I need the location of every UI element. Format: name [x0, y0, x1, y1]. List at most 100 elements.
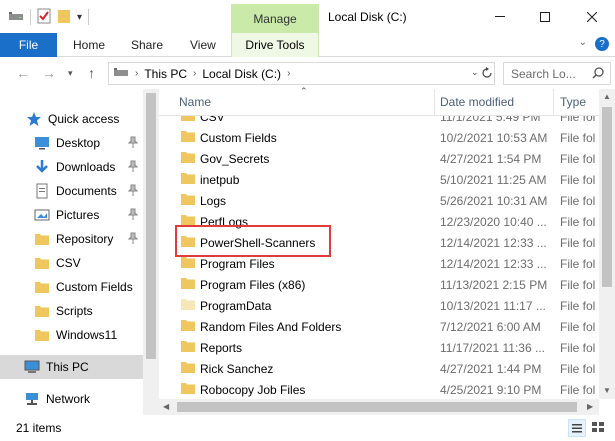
vertical-scroll-thumb[interactable]: [602, 107, 612, 287]
table-row[interactable]: Logs 5/26/2021 10:31 AM File fol: [159, 190, 599, 211]
tab-drive-tools[interactable]: Drive Tools: [231, 33, 319, 57]
maximize-button[interactable]: [522, 0, 568, 33]
address-bar[interactable]: › This PC › Local Disk (C:) ›: [108, 62, 495, 85]
toolbar-divider-2: [88, 9, 90, 25]
large-icons-view-icon[interactable]: [590, 419, 608, 437]
pin-icon[interactable]: [127, 160, 139, 175]
details-view-icon[interactable]: [568, 419, 586, 437]
tab-share[interactable]: Share: [131, 33, 163, 57]
nav-item-scripts[interactable]: Scripts: [0, 299, 93, 323]
new-folder-icon[interactable]: [57, 8, 71, 27]
file-date: 11/1/2021 5:49 PM: [440, 116, 541, 124]
horizontal-scroll-thumb[interactable]: [177, 402, 577, 412]
column-divider[interactable]: [434, 89, 435, 116]
manage-tab[interactable]: Manage: [231, 4, 319, 33]
pin-icon[interactable]: [127, 184, 139, 199]
recent-locations-icon[interactable]: ▾: [68, 68, 73, 79]
close-button[interactable]: [569, 0, 615, 33]
nav-item-pictures[interactable]: Pictures: [0, 203, 139, 227]
file-type: File fol: [560, 116, 596, 124]
refresh-icon[interactable]: [481, 62, 495, 85]
table-row[interactable]: ProgramData 10/13/2021 11:17 ... File fol: [159, 295, 599, 316]
nav-item-label: Documents: [56, 184, 117, 198]
table-row[interactable]: Robocopy Job Files 4/25/2021 9:10 PM File …: [159, 379, 599, 399]
nav-item-label: Pictures: [56, 208, 100, 222]
status-bar: 21 items: [0, 415, 615, 441]
file-date: 5/10/2021 11:25 AM: [440, 173, 547, 187]
folder-icon: [181, 256, 195, 268]
pictures-icon: [34, 207, 50, 223]
breadcrumb-separator[interactable]: ›: [135, 68, 138, 79]
pin-icon[interactable]: [127, 136, 139, 151]
file-date: 12/23/2020 10:40 ...: [440, 215, 547, 229]
tab-view[interactable]: View: [190, 33, 216, 57]
table-row[interactable]: Program Files (x86) 11/13/2021 2:15 PM Fil…: [159, 274, 599, 295]
up-arrow-icon[interactable]: ↑: [88, 65, 95, 81]
network-icon: [24, 391, 40, 407]
address-row: ← → ▾ ↑ › This PC › Local Disk (C:) › ⌄ …: [0, 57, 615, 89]
table-row[interactable]: Rick Sanchez 4/27/2021 1:44 PM File fol: [159, 358, 599, 379]
table-row[interactable]: Random Files And Folders 7/12/2021 6:00 A…: [159, 316, 599, 337]
address-dropdown-icon[interactable]: ⌄: [471, 67, 479, 78]
file-date: 10/13/2021 11:17 ...: [440, 299, 546, 313]
folder-icon: [181, 319, 195, 331]
nav-scroll-thumb[interactable]: [146, 93, 156, 359]
scroll-left-icon[interactable]: ◀: [163, 402, 169, 411]
nav-item-this-pc[interactable]: This PC: [0, 355, 143, 379]
file-date: 7/12/2021 6:00 AM: [440, 320, 541, 334]
folder-icon: [34, 303, 50, 319]
quick-access-toolbar: ▾: [8, 8, 90, 27]
chevron-down-icon[interactable]: ⌄: [579, 37, 587, 48]
column-type[interactable]: Type: [560, 95, 586, 109]
breadcrumb-this-pc[interactable]: This PC: [144, 67, 187, 81]
file-date: 12/14/2021 12:33 ...: [440, 236, 547, 250]
back-arrow-icon[interactable]: ←: [16, 65, 30, 81]
search-input[interactable]: Search Lo...: [503, 62, 611, 85]
vertical-scrollbar[interactable]: ▲ ▼: [599, 89, 615, 399]
nav-item-quick-access[interactable]: Quick access: [0, 107, 119, 131]
table-row[interactable]: Custom Fields 10/2/2021 10:53 AM File fol: [159, 127, 599, 148]
table-row[interactable]: Reports 11/17/2021 11:36 ... File fol: [159, 337, 599, 358]
nav-item-csv[interactable]: CSV: [0, 251, 81, 275]
nav-item-label: Repository: [56, 232, 114, 246]
nav-item-label: Scripts: [56, 304, 93, 318]
column-name[interactable]: Name: [179, 95, 211, 109]
scroll-down-icon[interactable]: ▼: [603, 386, 611, 395]
help-icon[interactable]: ?: [595, 37, 609, 51]
nav-item-label: This PC: [46, 360, 89, 374]
table-row[interactable]: Gov_Secrets 4/27/2021 1:54 PM File fol: [159, 148, 599, 169]
folder-icon: [181, 277, 195, 289]
file-tab[interactable]: File: [0, 33, 57, 57]
scroll-right-icon[interactable]: ▶: [587, 402, 593, 411]
nav-item-custom-fields[interactable]: Custom Fields: [0, 275, 133, 299]
horizontal-scrollbar[interactable]: ◀ ▶: [159, 399, 599, 415]
table-row[interactable]: CSV 11/1/2021 5:49 PM File fol: [159, 116, 599, 127]
nav-item-network[interactable]: Network: [0, 387, 90, 411]
properties-icon[interactable]: [37, 8, 51, 27]
pc-icon: [113, 66, 129, 81]
nav-scrollbar[interactable]: [143, 89, 159, 415]
documents-icon: [34, 183, 50, 199]
pin-icon[interactable]: [127, 208, 139, 223]
nav-item-documents[interactable]: Documents: [0, 179, 139, 203]
pin-icon[interactable]: [127, 232, 139, 247]
breadcrumb-separator[interactable]: ›: [193, 68, 196, 79]
file-name: Logs: [200, 194, 227, 208]
table-row[interactable]: inetpub 5/10/2021 11:25 AM File fol: [159, 169, 599, 190]
tab-home[interactable]: Home: [73, 33, 105, 57]
minimize-button[interactable]: [477, 0, 523, 33]
drive-icon[interactable]: [8, 10, 24, 25]
column-date-modified[interactable]: Date modified: [440, 95, 514, 109]
forward-arrow-icon[interactable]: →: [42, 65, 56, 81]
scroll-up-icon[interactable]: ▲: [603, 92, 611, 101]
breadcrumb-local-disk[interactable]: Local Disk (C:): [202, 67, 281, 81]
file-date: 4/25/2021 9:10 PM: [440, 383, 542, 397]
nav-item-windows11[interactable]: Windows11: [0, 323, 117, 347]
nav-item-desktop[interactable]: Desktop: [0, 131, 139, 155]
breadcrumb-separator[interactable]: ›: [287, 68, 290, 79]
file-name: Gov_Secrets: [200, 152, 270, 166]
column-divider[interactable]: [553, 89, 554, 116]
customize-toolbar-icon[interactable]: ▾: [77, 12, 82, 23]
nav-item-downloads[interactable]: Downloads: [0, 155, 139, 179]
nav-item-repository[interactable]: Repository: [0, 227, 139, 251]
